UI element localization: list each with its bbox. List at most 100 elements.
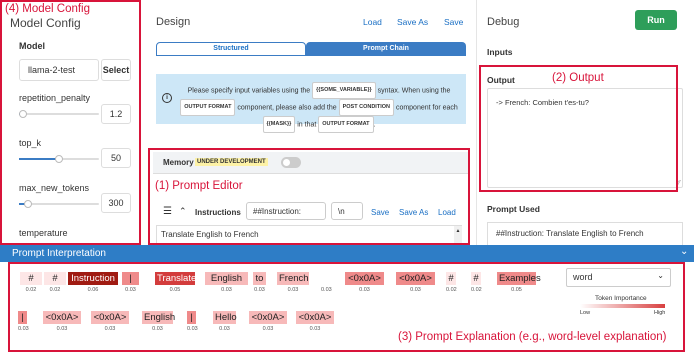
row1-score-13: 0.05 bbox=[511, 287, 522, 293]
chevron-down-icon[interactable]: ⌄ bbox=[680, 246, 688, 257]
row1-score-0: 0.02 bbox=[25, 287, 37, 293]
repetition-slider[interactable] bbox=[19, 110, 99, 118]
inputs-label: Inputs bbox=[487, 47, 513, 57]
info-text-1: Please specify input variables using the bbox=[187, 87, 311, 95]
row2-token-5: Hello bbox=[213, 311, 237, 324]
row1-score-10: 0.03 bbox=[410, 287, 421, 293]
legend-title: Token Importance bbox=[595, 295, 647, 302]
topk-value-input[interactable]: 50 bbox=[101, 148, 131, 168]
row1-score-11: 0.02 bbox=[446, 287, 457, 293]
row1-score-9: 0.03 bbox=[359, 287, 370, 293]
debug-title: Debug bbox=[487, 16, 520, 28]
row1-token-4: Translate bbox=[155, 272, 197, 285]
resize-handle-icon[interactable]: ⁄⁄ bbox=[678, 180, 680, 187]
row1-token-11: # bbox=[446, 272, 456, 285]
info-tag-mask: {{MASK}} bbox=[262, 116, 296, 133]
instr-save-as-button[interactable]: Save As bbox=[399, 208, 428, 217]
legend-low: Low bbox=[580, 310, 591, 316]
info-tag-post-condition: POST CONDITION bbox=[338, 99, 394, 116]
row2-score-5: 0.03 bbox=[219, 326, 230, 332]
max-tokens-value-input[interactable]: 300 bbox=[101, 193, 131, 213]
max-tokens-slider[interactable] bbox=[19, 200, 99, 208]
row1-score-5: 0.03 bbox=[221, 287, 232, 293]
tab-prompt-chain[interactable]: Prompt Chain bbox=[306, 42, 466, 56]
info-text-6: . bbox=[373, 121, 376, 129]
row1-score-7: 0.03 bbox=[287, 287, 299, 293]
param-label-temperature: temperature bbox=[19, 228, 68, 238]
info-icon: i bbox=[162, 93, 172, 103]
row2-score-6: 0.03 bbox=[262, 326, 274, 332]
row1-token-12: # bbox=[471, 272, 481, 285]
interpretation-title: Prompt Interpretation bbox=[12, 248, 106, 259]
row2-token-3: English bbox=[142, 311, 176, 324]
param-label-max-tokens: max_new_tokens bbox=[19, 183, 90, 193]
row1-score-4: 0.05 bbox=[169, 287, 181, 293]
row2-token-7: <0x0A> bbox=[296, 311, 334, 324]
row2-score-7: 0.03 bbox=[309, 326, 321, 332]
model-select-button[interactable]: Select bbox=[101, 59, 131, 81]
memory-label: Memory bbox=[163, 158, 194, 167]
model-config-title: Model Config bbox=[10, 16, 81, 30]
topk-slider[interactable] bbox=[19, 155, 99, 163]
memory-toggle[interactable] bbox=[281, 157, 301, 168]
chevron-up-icon[interactable]: ⌃ bbox=[179, 206, 187, 217]
param-label-topk: top_k bbox=[19, 138, 42, 148]
model-input[interactable]: llama-2-test bbox=[19, 59, 99, 81]
design-load-button[interactable]: Load bbox=[363, 17, 382, 27]
row2-score-2: 0.03 bbox=[104, 326, 116, 332]
legend-high: High bbox=[654, 310, 666, 316]
instr-load-button[interactable]: Load bbox=[438, 208, 456, 217]
row2-score-0: 0.03 bbox=[18, 326, 29, 332]
row1-score-3: 0.03 bbox=[125, 287, 136, 293]
instr-save-button[interactable]: Save bbox=[371, 208, 389, 217]
annotation-label-config: (4) Model Config bbox=[5, 3, 91, 15]
instruction-textarea[interactable]: Translate English to French bbox=[156, 225, 462, 245]
row1-score-12: 0.02 bbox=[471, 287, 482, 293]
prompt-used-text: ##Instruction: Translate English to Fren… bbox=[487, 222, 683, 245]
menu-icon[interactable]: ☰ bbox=[163, 206, 172, 217]
design-save-as-button[interactable]: Save As bbox=[397, 17, 428, 27]
tab-structured[interactable]: Structured bbox=[156, 42, 306, 56]
row1-score-2: 0.06 bbox=[87, 287, 99, 293]
row1-score-6: 0.03 bbox=[254, 287, 265, 293]
granularity-select[interactable]: word ⌄ bbox=[566, 268, 671, 287]
instruction-prefix-input[interactable]: ##Instruction: bbox=[246, 202, 326, 220]
info-box: i Please specify input variables using t… bbox=[156, 74, 466, 133]
memory-bar: Memory UNDER DEVELOPMENT bbox=[153, 152, 469, 174]
prompt-used-label: Prompt Used bbox=[487, 204, 540, 214]
row1-token-2: Instruction bbox=[68, 272, 118, 285]
instructions-label: Instructions bbox=[195, 208, 241, 217]
row1-token-7: French bbox=[277, 272, 309, 285]
interpretation-header[interactable]: Prompt Interpretation ⌄ bbox=[0, 245, 694, 262]
annotation-label-editor: (1) Prompt Editor bbox=[155, 180, 243, 192]
annotation-label-output: (2) Output bbox=[552, 72, 604, 84]
run-button[interactable]: Run bbox=[635, 10, 677, 30]
model-label: Model bbox=[19, 41, 45, 51]
legend-gradient bbox=[580, 304, 665, 308]
row1-token-0: # bbox=[20, 272, 42, 285]
info-text-5: in that bbox=[297, 121, 317, 129]
info-tag-output-format: OUTPUT FORMAT bbox=[180, 99, 236, 116]
repetition-value-input[interactable]: 1.2 bbox=[101, 104, 131, 124]
info-tag-output-format-2: OUTPUT FORMAT bbox=[318, 116, 374, 133]
row2-score-4: 0.03 bbox=[187, 326, 198, 332]
design-save-button[interactable]: Save bbox=[444, 17, 463, 27]
output-text: -> French: Combien t'es-tu? bbox=[496, 98, 589, 107]
row1-token-10: <0x0A> bbox=[396, 272, 435, 285]
row2-token-2: <0x0A> bbox=[91, 311, 129, 324]
info-text-3: component, please also add the bbox=[237, 104, 337, 112]
param-label-repetition: repetition_penalty bbox=[19, 93, 91, 103]
design-title: Design bbox=[156, 16, 191, 28]
row1-token-3: | bbox=[122, 272, 139, 285]
output-textarea[interactable]: -> French: Combien t'es-tu? ⁄⁄ bbox=[487, 88, 683, 188]
output-label: Output bbox=[487, 75, 515, 85]
annotation-label-explanation: (3) Prompt Explanation (e.g., word-level… bbox=[398, 331, 667, 343]
row1-token-6: to bbox=[253, 272, 266, 285]
memory-badge: UNDER DEVELOPMENT bbox=[195, 158, 268, 166]
info-text-4: component for each bbox=[395, 104, 458, 112]
separator-input[interactable]: \n bbox=[331, 202, 363, 220]
row1-token-13: Examples bbox=[497, 272, 541, 285]
scrollbar[interactable]: ▲ bbox=[454, 226, 462, 245]
model-config-panel: Model Config Model llama-2-test Select r… bbox=[0, 0, 141, 245]
granularity-value: word bbox=[573, 272, 593, 282]
